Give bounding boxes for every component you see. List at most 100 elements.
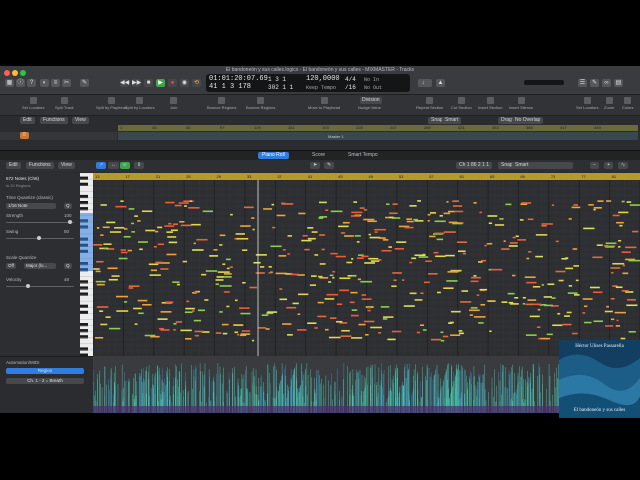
pointer-tool-icon[interactable]: ➤ bbox=[310, 162, 321, 169]
collapse-icon[interactable]: ⇕ bbox=[134, 162, 145, 169]
key-signature-button[interactable]: ♩ bbox=[418, 79, 432, 87]
play-button[interactable]: ▶ bbox=[156, 79, 165, 87]
midi-in-icon[interactable]: ↗ bbox=[96, 162, 107, 169]
midi-note bbox=[241, 330, 251, 332]
midi-note bbox=[349, 301, 355, 304]
tool-split-track[interactable]: Split Track bbox=[55, 97, 74, 110]
tab-score[interactable]: Score bbox=[308, 152, 329, 159]
palette-icon bbox=[624, 97, 632, 104]
strength-slider[interactable] bbox=[6, 222, 74, 223]
move-icon bbox=[320, 97, 328, 104]
velocity-slider[interactable] bbox=[6, 286, 74, 287]
notepad-icon[interactable]: ✎ bbox=[590, 79, 599, 87]
midi-note bbox=[626, 304, 638, 307]
midi-note bbox=[215, 332, 222, 334]
rewind-button[interactable]: ◀◀ bbox=[120, 79, 129, 87]
tracks-ruler[interactable]: 1 33 65 97 129 161 193 225 257 289 321 3… bbox=[118, 125, 638, 131]
lcd-display[interactable]: 01:01:20:07.69 41 1 3 178 1 3 1 302 1 1 … bbox=[206, 74, 410, 92]
tool-insert-section[interactable]: Insert Section bbox=[478, 97, 502, 110]
tool-split-locators[interactable]: Split by Locators bbox=[125, 97, 155, 110]
loops-icon[interactable]: ∞ bbox=[602, 79, 611, 87]
midi-note bbox=[109, 231, 122, 233]
scale-q-button[interactable]: Q bbox=[64, 263, 72, 269]
midi-note bbox=[621, 290, 629, 292]
zoom-in-icon[interactable]: + bbox=[604, 162, 613, 169]
region-button[interactable]: Region bbox=[6, 368, 84, 374]
tracks-functions-menu[interactable]: Functions bbox=[40, 117, 68, 124]
pr-ruler-tick: 65 bbox=[490, 174, 495, 179]
metronome-icon[interactable]: ▲ bbox=[436, 79, 445, 87]
waveform-icon[interactable]: ∿ bbox=[618, 162, 629, 169]
scale-off-dropdown[interactable]: Off bbox=[6, 263, 16, 269]
link-icon[interactable]: ∞ bbox=[120, 162, 130, 169]
scale-dropdown[interactable]: Major (lo... bbox=[24, 263, 56, 269]
midi-note bbox=[582, 298, 593, 300]
tab-piano-roll[interactable]: Piano Roll bbox=[258, 152, 289, 159]
midi-note bbox=[584, 321, 592, 324]
midi-note bbox=[526, 257, 530, 260]
velocity-lane[interactable] bbox=[93, 356, 559, 413]
master-region[interactable]: Master 1 bbox=[118, 132, 638, 140]
tool-bounce-regions[interactable]: Bounce Regions bbox=[207, 97, 236, 110]
swing-knob[interactable] bbox=[37, 236, 41, 240]
piano-keyboard[interactable] bbox=[80, 172, 93, 357]
pencil-tool-icon[interactable]: ✎ bbox=[324, 162, 335, 169]
mixer-icon[interactable]: ≡ bbox=[51, 79, 60, 87]
track-header[interactable]: 8 bbox=[0, 132, 117, 140]
pr-view-menu[interactable]: View bbox=[58, 162, 75, 169]
stop-button[interactable]: ■ bbox=[144, 79, 153, 87]
quantize-q-button[interactable]: Q bbox=[64, 203, 72, 209]
midi-note bbox=[123, 301, 128, 303]
forward-button[interactable]: ▶▶ bbox=[132, 79, 141, 87]
tool-join[interactable]: Join bbox=[170, 97, 177, 110]
tool-zoom[interactable]: Zoom bbox=[604, 97, 614, 110]
list-editors-icon[interactable]: ☰ bbox=[578, 79, 587, 87]
tool-split-playhead[interactable]: Split by Playhead bbox=[96, 97, 127, 110]
velocity-knob[interactable] bbox=[26, 284, 30, 288]
tool-move-playhead[interactable]: Move to Playhead bbox=[308, 97, 340, 110]
quantize-dropdown[interactable]: 1/16 Note bbox=[6, 203, 56, 209]
catch-icon[interactable]: ↔ bbox=[108, 162, 119, 169]
browser-icon[interactable]: ▤ bbox=[614, 79, 623, 87]
tab-smart-tempo[interactable]: Smart Tempo bbox=[344, 152, 382, 159]
tracks-edit-menu[interactable]: Edit bbox=[20, 117, 35, 124]
snap-dropdown[interactable]: Smart bbox=[442, 117, 462, 124]
midi-note bbox=[434, 232, 445, 235]
midi-note bbox=[339, 277, 351, 280]
zoom-out-icon[interactable]: − bbox=[590, 162, 599, 169]
pr-edit-menu[interactable]: Edit bbox=[6, 162, 21, 169]
tool-set-locators-2[interactable]: Set Locators bbox=[576, 97, 598, 110]
capture-button[interactable]: ◉ bbox=[180, 79, 189, 87]
tool-cut-section[interactable]: Cut Section bbox=[451, 97, 472, 110]
midi-note bbox=[547, 283, 555, 286]
tool-colors[interactable]: Colors bbox=[622, 97, 634, 110]
pr-snap-dropdown[interactable]: Smart bbox=[512, 162, 573, 169]
drag-dropdown[interactable]: No Overlap bbox=[512, 117, 544, 124]
editors-icon[interactable]: ✂ bbox=[62, 79, 71, 87]
cycle-button[interactable]: ⟲ bbox=[192, 79, 201, 87]
midi-note bbox=[230, 213, 233, 216]
midi-note bbox=[509, 242, 518, 244]
smart-controls-icon[interactable]: ◐ bbox=[40, 79, 49, 87]
tool-insert-silence[interactable]: Insert Silence bbox=[509, 97, 533, 110]
record-button[interactable]: ● bbox=[168, 79, 177, 87]
automation-param-dropdown[interactable]: Ch. 1 - 2 = Breath bbox=[6, 378, 84, 384]
strength-knob[interactable] bbox=[68, 220, 72, 224]
tracks-view-menu[interactable]: View bbox=[72, 117, 89, 124]
tool-set-locators[interactable]: Set Locators bbox=[22, 97, 44, 110]
tool-join-2[interactable]: Bounce Regions bbox=[246, 97, 275, 110]
piano-roll-ruler[interactable]: 13 17 21 25 29 33 37 41 45 49 53 57 61 65 69 73 77 81 bbox=[93, 173, 640, 180]
midi-note bbox=[514, 297, 519, 299]
midi-note bbox=[494, 224, 505, 226]
division-dropdown[interactable]: Division bbox=[360, 97, 382, 104]
tool-repeat-section[interactable]: Repeat Section bbox=[416, 97, 443, 110]
pencil-icon[interactable]: ✎ bbox=[80, 79, 89, 87]
midi-note bbox=[115, 205, 127, 208]
piano-roll-grid[interactable] bbox=[92, 179, 640, 356]
midi-note bbox=[95, 270, 101, 273]
help-icon[interactable]: ? bbox=[27, 79, 36, 87]
pr-functions-menu[interactable]: Functions bbox=[26, 162, 54, 169]
midi-note bbox=[335, 255, 346, 258]
inspector-icon[interactable]: ⓘ bbox=[16, 79, 25, 87]
library-icon[interactable]: ▦ bbox=[5, 79, 14, 87]
